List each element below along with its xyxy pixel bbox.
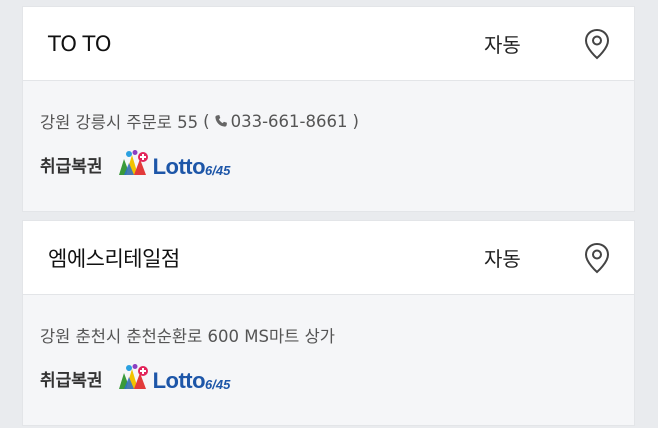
map-pin-icon[interactable] xyxy=(583,242,611,274)
handling-label: 취급복권 xyxy=(40,156,103,177)
handled-lottery: 취급복권 Lotto 6/45 xyxy=(40,363,230,393)
store-card-header[interactable]: 엠에스리테일점 자동 xyxy=(23,221,634,295)
paren-close: ) xyxy=(352,111,359,131)
store-card-body: 강원 강릉시 주문로 55 ( 033-661-8661 ) 취급복권 Lott… xyxy=(23,81,634,211)
store-phone[interactable]: 033-661-8661 xyxy=(231,112,348,131)
store-name: 엠에스리테일점 xyxy=(48,246,180,271)
store-address-line: 강원 강릉시 주문로 55 ( 033-661-8661 ) xyxy=(40,109,359,133)
store-list: TO TO 자동 강원 강릉시 주문로 55 ( 033-661-8661 ) … xyxy=(22,6,635,428)
lotto-logo-icon: Lotto 6/45 xyxy=(117,149,231,179)
store-sale-type: 자동 xyxy=(484,247,521,271)
store-card: TO TO 자동 강원 강릉시 주문로 55 ( 033-661-8661 ) … xyxy=(22,6,635,212)
store-name: TO TO xyxy=(48,31,111,56)
store-card: 엠에스리테일점 자동 강원 춘천시 춘천순환로 600 MS마트 상가 취급복권 xyxy=(22,220,635,426)
paren-open: ( xyxy=(203,111,210,131)
lotto-variant: 6/45 xyxy=(205,376,231,392)
lotto-brand: Lotto xyxy=(152,368,206,393)
store-sale-type: 자동 xyxy=(484,33,521,57)
store-address: 강원 강릉시 주문로 55 xyxy=(40,113,199,132)
handling-label: 취급복권 xyxy=(40,370,103,391)
lotto-brand: Lotto xyxy=(152,154,206,179)
lotto-variant: 6/45 xyxy=(205,162,231,178)
lotto-logo-icon: Lotto 6/45 xyxy=(117,363,231,393)
store-address-line: 강원 춘천시 춘천순환로 600 MS마트 상가 xyxy=(40,323,335,347)
lotto-balls-icon xyxy=(118,150,148,175)
handled-lottery: 취급복권 Lotto 6/45 xyxy=(40,149,230,179)
store-card-body: 강원 춘천시 춘천순환로 600 MS마트 상가 취급복권 Lotto 6/45 xyxy=(23,295,634,425)
store-card-header[interactable]: TO TO 자동 xyxy=(23,7,634,81)
phone-icon xyxy=(215,115,227,127)
map-pin-icon[interactable] xyxy=(583,28,611,60)
store-address: 강원 춘천시 춘천순환로 600 MS마트 상가 xyxy=(40,327,335,346)
lotto-balls-icon xyxy=(118,364,148,389)
